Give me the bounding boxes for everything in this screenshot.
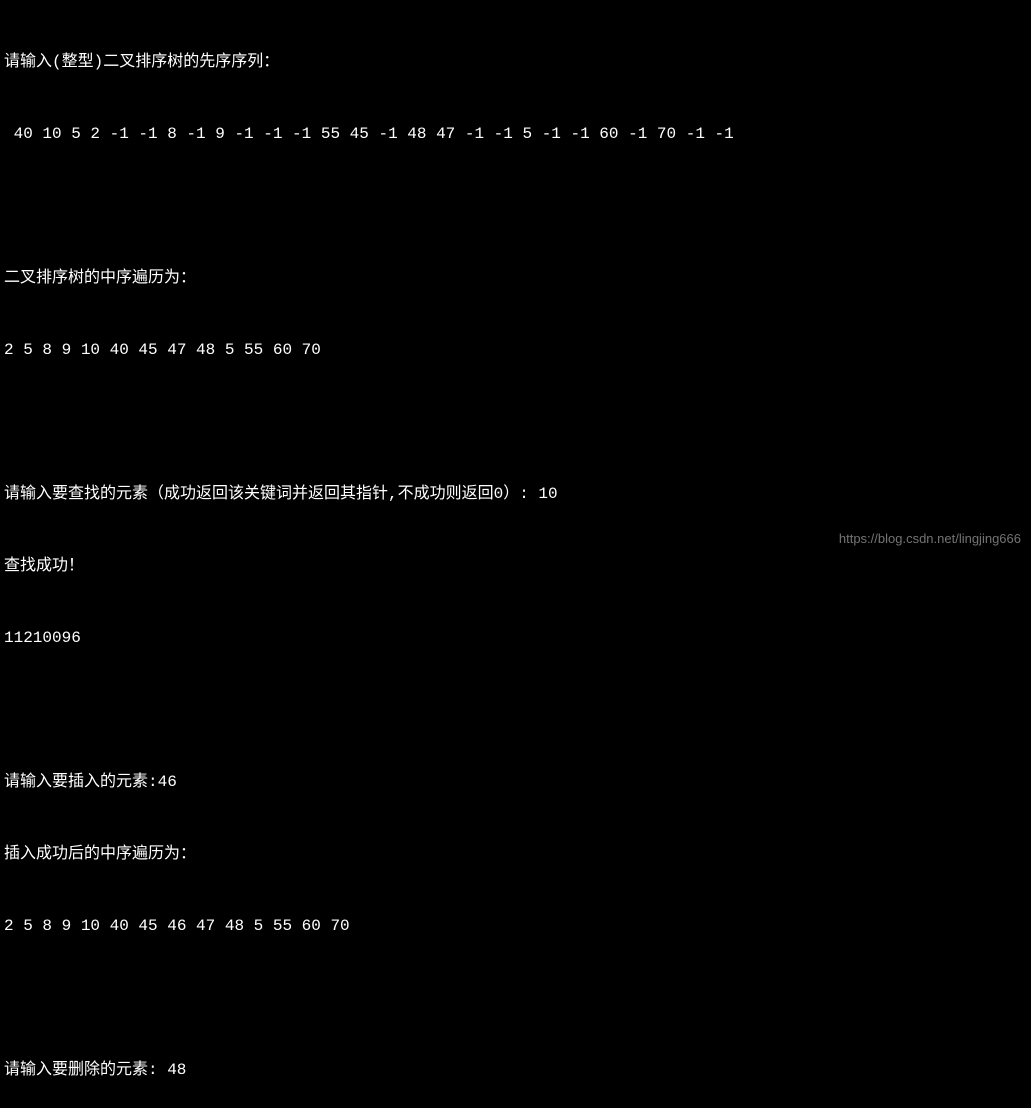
output-line: 40 10 5 2 -1 -1 8 -1 9 -1 -1 -1 55 45 -1… — [4, 122, 1027, 146]
output-line: 2 5 8 9 10 40 45 47 48 5 55 60 70 — [4, 338, 1027, 362]
output-line: 请输入要删除的元素: 48 — [4, 1058, 1027, 1082]
output-line — [4, 986, 1027, 1010]
output-line — [4, 698, 1027, 722]
output-line: 二叉排序树的中序遍历为： — [4, 266, 1027, 290]
output-line: 2 5 8 9 10 40 45 46 47 48 5 55 60 70 — [4, 914, 1027, 938]
output-line: 11210096 — [4, 626, 1027, 650]
output-line: 请输入要插入的元素:46 — [4, 770, 1027, 794]
output-line: 查找成功！ — [4, 554, 1027, 578]
output-line — [4, 410, 1027, 434]
terminal-output: 请输入(整型)二叉排序树的先序序列： 40 10 5 2 -1 -1 8 -1 … — [0, 0, 1031, 1108]
watermark-text: https://blog.csdn.net/lingjing666 — [839, 529, 1021, 549]
output-line: 请输入要查找的元素（成功返回该关键词并返回其指针,不成功则返回0）: 10 — [4, 482, 1027, 506]
output-line — [4, 194, 1027, 218]
output-line: 请输入(整型)二叉排序树的先序序列： — [4, 50, 1027, 74]
output-line: 插入成功后的中序遍历为： — [4, 842, 1027, 866]
